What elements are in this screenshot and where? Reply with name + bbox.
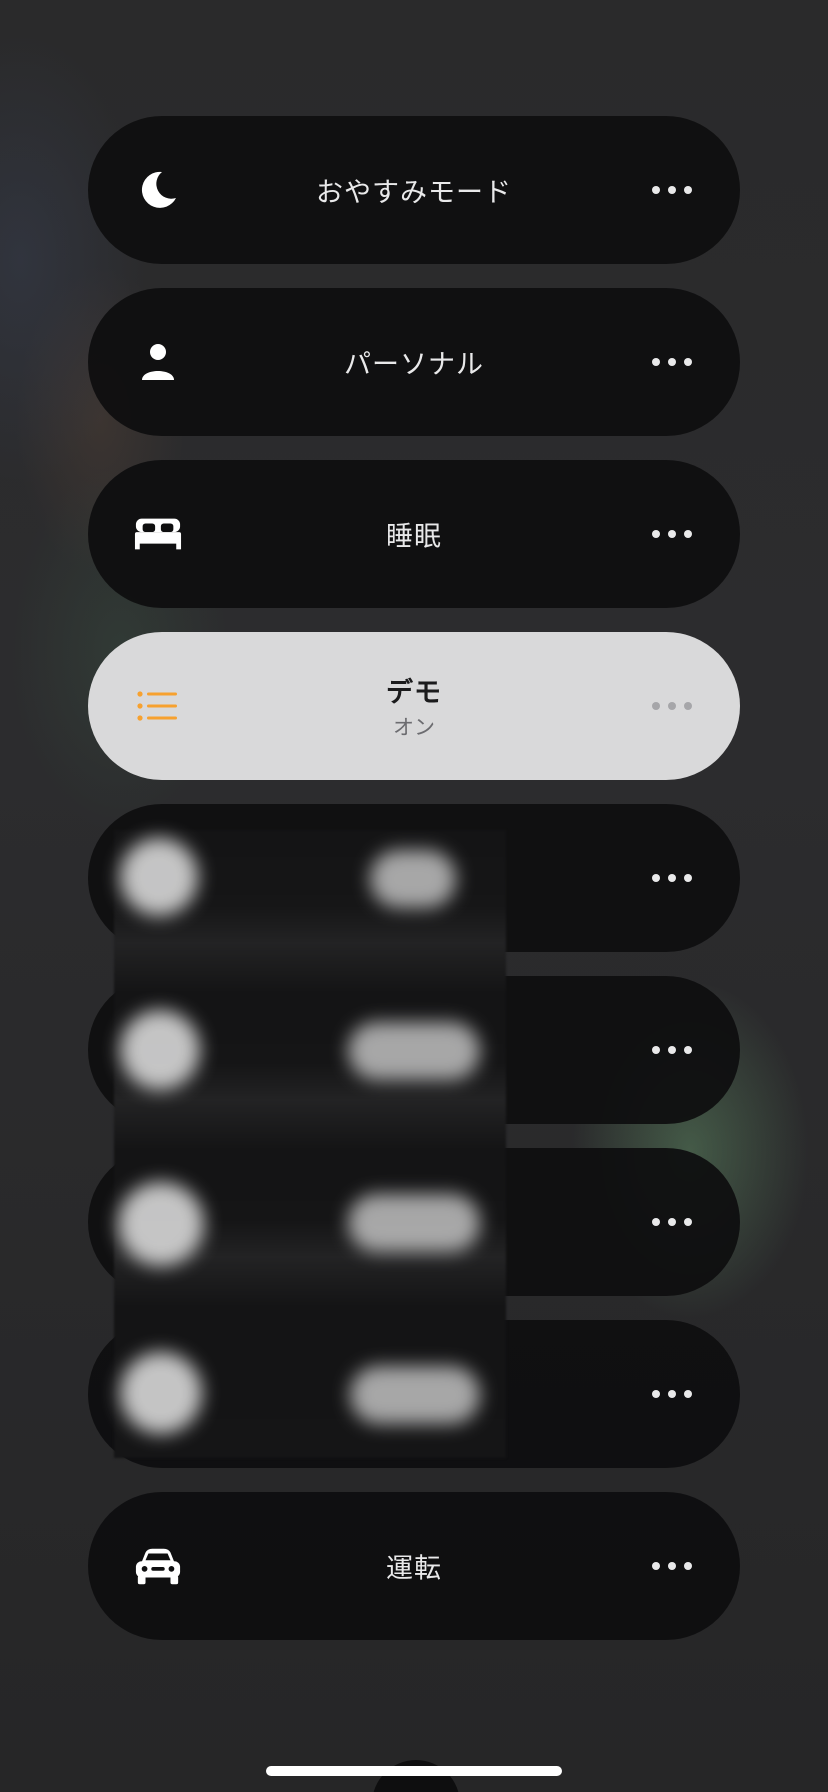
focus-mode-demo[interactable]: デモ オン [88,632,740,780]
blurred-icon [118,1182,204,1266]
more-options-button[interactable] [652,1561,692,1571]
blurred-icon [120,1010,200,1090]
list-icon [134,682,182,730]
more-options-button[interactable] [652,529,692,539]
mode-title: 睡眠 [386,521,442,553]
focus-mode-sleep[interactable]: 睡眠 [88,460,740,608]
more-options-button[interactable] [652,1389,692,1399]
more-options-button[interactable] [652,185,692,195]
blurred-label [348,1022,480,1080]
car-icon [134,1542,182,1590]
more-options-button[interactable] [652,701,692,711]
moon-icon [134,166,182,214]
focus-mode-do-not-disturb[interactable]: おやすみモード [88,116,740,264]
blurred-icon [120,838,198,916]
mode-title: デモ [386,677,442,709]
blurred-label [370,850,456,908]
bed-icon [134,510,182,558]
more-options-button[interactable] [652,873,692,883]
home-indicator[interactable] [266,1766,562,1776]
mode-status: オン [393,715,435,740]
focus-mode-personal[interactable]: パーソナル [88,288,740,436]
more-options-button[interactable] [652,357,692,367]
person-icon [134,338,182,386]
mode-title: パーソナル [344,349,484,381]
blurred-label [348,1194,480,1252]
more-options-button[interactable] [652,1045,692,1055]
blurred-label [350,1366,480,1424]
blurred-icon [120,1352,202,1434]
focus-mode-driving[interactable]: 運転 [88,1492,740,1640]
mode-title: おやすみモード [316,177,512,209]
more-options-button[interactable] [652,1217,692,1227]
mode-title: 運転 [386,1553,442,1585]
